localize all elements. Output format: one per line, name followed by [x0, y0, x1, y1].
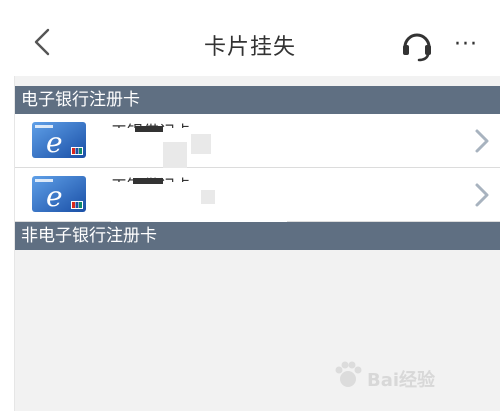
chevron-right-icon	[475, 129, 489, 153]
headset-icon	[403, 33, 431, 62]
card-row[interactable]: e 工银借记卡	[15, 114, 500, 168]
redaction-block	[201, 190, 215, 204]
redaction-block	[133, 178, 163, 184]
svg-text:e: e	[46, 180, 63, 212]
customer-service-button[interactable]	[400, 28, 434, 62]
section-header-registered: 电子银行注册卡	[15, 86, 500, 114]
redaction-block	[111, 182, 287, 222]
redaction-block	[135, 126, 163, 132]
svg-text:e: e	[46, 126, 63, 158]
card-list-panel: 电子银行注册卡 e 工银借记卡	[14, 76, 500, 411]
redaction-block	[163, 142, 187, 168]
section-label: 电子银行注册卡	[21, 90, 140, 110]
more-horizontal-icon: ···	[454, 32, 478, 57]
bank-card-icon: e	[32, 176, 86, 212]
section-header-unregistered: 非电子银行注册卡	[15, 222, 500, 250]
chevron-right-icon	[475, 183, 489, 207]
card-row[interactable]: e 工银借记卡	[15, 168, 500, 222]
redaction-block	[191, 134, 211, 154]
bank-card-icon: e	[32, 122, 86, 158]
watermark-logo: Bai经验	[331, 352, 491, 402]
watermark-text: Bai经验	[367, 370, 436, 391]
more-button[interactable]: ···	[454, 32, 488, 58]
paw-icon	[335, 361, 362, 387]
section-label: 非电子银行注册卡	[21, 226, 157, 246]
top-nav-bar: 卡片挂失 ···	[0, 0, 500, 76]
